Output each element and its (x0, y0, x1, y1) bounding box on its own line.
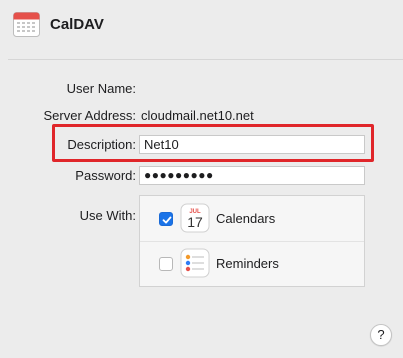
server-address-value: cloudmail.net10.net (141, 108, 254, 123)
reminders-checkbox[interactable] (159, 257, 173, 271)
use-with-label: Use With: (79, 208, 136, 223)
calendars-label: Calendars (216, 211, 276, 226)
use-with-item-reminders[interactable]: Reminders (140, 241, 364, 286)
calendar-icon-day: 17 (187, 214, 203, 230)
use-with-list: JUL 17 Calendars Reminders (139, 195, 365, 287)
description-highlight-box (52, 124, 374, 162)
pane-title: CalDAV (50, 16, 104, 33)
user-name-label: User Name: (66, 81, 136, 96)
help-button[interactable]: ? (370, 324, 392, 346)
server-address-label: Server Address: (43, 108, 137, 123)
calendar-app-icon (13, 12, 40, 37)
calendars-checkbox[interactable] (159, 212, 173, 226)
use-with-item-calendars[interactable]: JUL 17 Calendars (140, 196, 364, 242)
password-field[interactable]: ●●●●●●●●● (139, 166, 365, 185)
checkmark-icon (162, 216, 172, 224)
header-divider (8, 59, 403, 60)
pane-header: CalDAV (0, 0, 403, 60)
password-label: Password: (75, 168, 136, 183)
reminders-label: Reminders (216, 256, 279, 271)
reminders-icon (180, 248, 210, 278)
calendar-icon: JUL 17 (180, 203, 210, 233)
